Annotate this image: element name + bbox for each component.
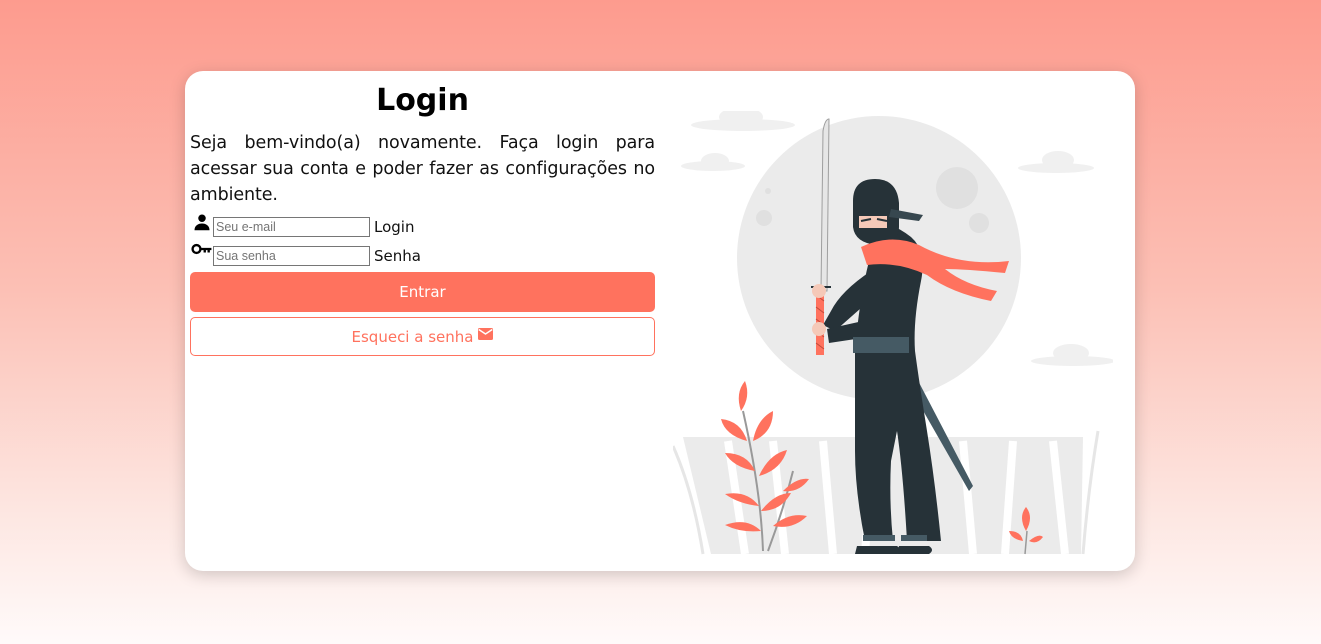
email-row: Login	[190, 214, 655, 239]
page-title: Login	[376, 83, 469, 118]
email-label: Login	[374, 217, 415, 236]
welcome-text: Seja bem-vindo(a) novamente. Faça login …	[190, 133, 655, 205]
login-form: Login Seja bem-vindo(a) novamente. Faça …	[190, 71, 655, 356]
ninja-illustration	[673, 111, 1113, 555]
forgot-password-label: Esqueci a senha	[351, 327, 474, 346]
user-icon	[190, 213, 213, 235]
mail-icon	[478, 327, 494, 340]
password-label: Senha	[374, 246, 421, 265]
email-input[interactable]	[213, 216, 370, 237]
password-row: Senha	[190, 243, 655, 268]
password-input[interactable]	[213, 245, 370, 266]
login-button[interactable]: Entrar	[190, 272, 655, 312]
key-icon	[190, 242, 213, 264]
forgot-password-button[interactable]: Esqueci a senha	[190, 317, 655, 356]
login-card: Login Seja bem-vindo(a) novamente. Faça …	[185, 71, 1135, 571]
